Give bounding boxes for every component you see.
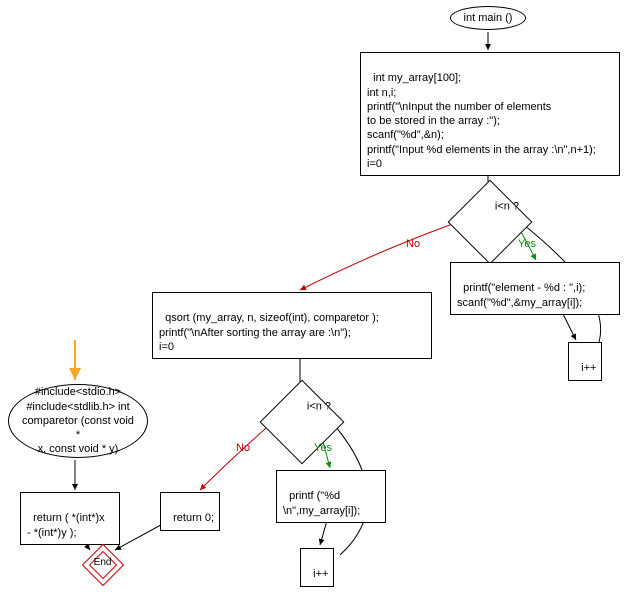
end-terminator: End [82,544,124,586]
loop2-no-label: No [236,442,250,454]
loop1-body-block: printf("element - %d : ",i); scanf("%d",… [450,262,620,315]
loop1-increment-text: i++ [581,362,596,374]
loop1-yes-label: Yes [518,238,536,250]
start-main-label: int main () [464,11,513,25]
loop2-yes-label: Yes [314,442,332,454]
end-label: End [94,557,112,568]
loop2-body-block: printf ("%d \n",my_array[i]); [276,470,386,523]
loop1-condition-label: i<n ? [477,200,537,212]
loop1-body-text: printf("element - %d : ",i); scanf("%d",… [457,282,585,308]
return-comparator-block: return ( *(int*)x - *(int*)y ); [20,492,120,545]
qsort-block: qsort (my_array, n, sizeof(int), compare… [152,292,432,359]
return-comparator-text: return ( *(int*)x - *(int*)y ); [27,512,105,538]
return-zero-block: return 0; [160,492,220,531]
include-comparator-ellipse: #include<stdio.h> #include<stdlib.h> int… [8,384,148,458]
loop2-body-text: printf ("%d \n",my_array[i]); [283,490,360,516]
loop2-increment-text: i++ [313,568,328,580]
return-zero-text: return 0; [173,512,214,524]
loop1-increment-block: i++ [568,342,602,381]
start-main-ellipse: int main () [450,6,526,30]
loop1-no-label: No [406,238,420,250]
qsort-block-text: qsort (my_array, n, sizeof(int), compare… [159,312,379,353]
init-block-text: int my_array[100]; int n,i; printf("\nIn… [367,72,596,170]
loop2-condition-label: i<n ? [289,400,349,412]
init-block: int my_array[100]; int n,i; printf("\nIn… [360,52,620,176]
loop2-increment-block: i++ [300,548,334,587]
include-comparator-text: #include<stdio.h> #include<stdlib.h> int… [19,385,137,456]
loop1-condition-diamond: i<n ? [448,180,533,265]
